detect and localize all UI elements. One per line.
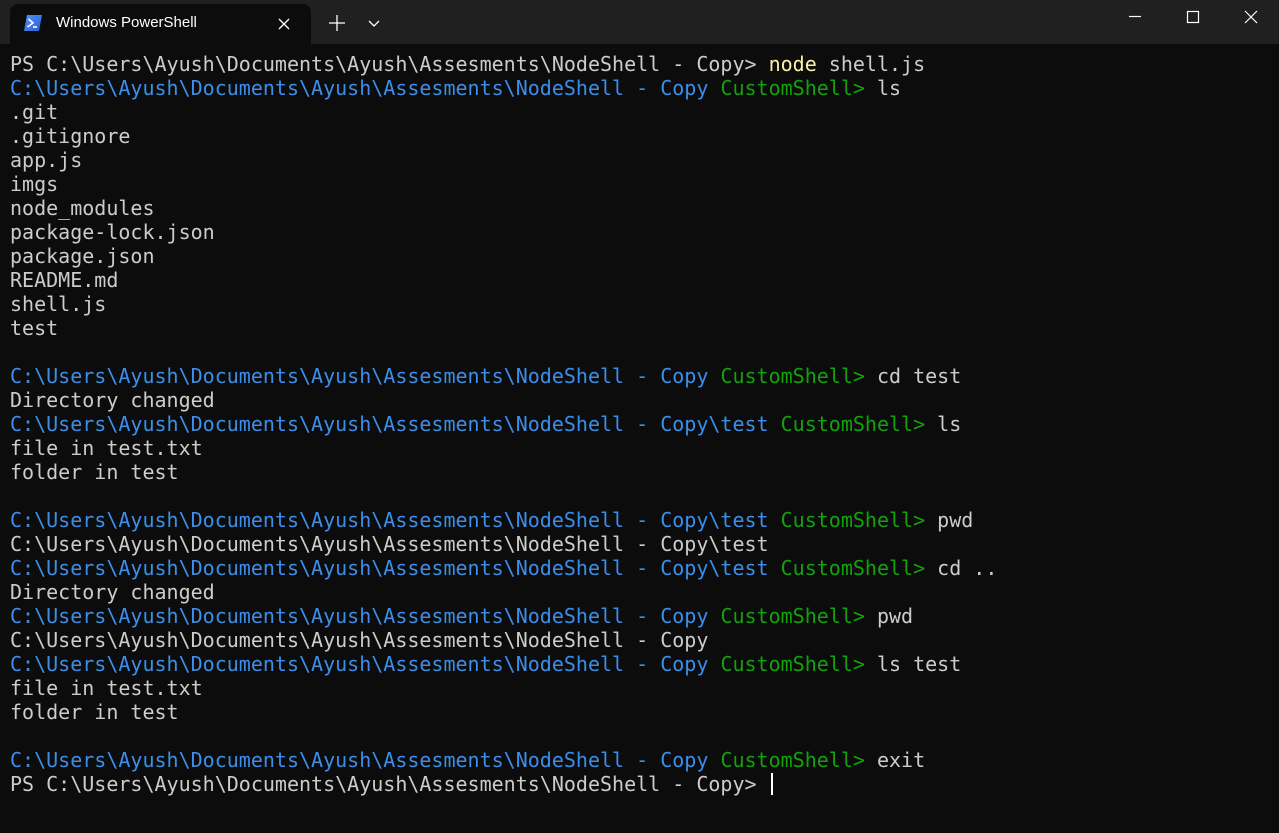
terminal-text: ls — [925, 412, 962, 436]
terminal-text: package-lock.json — [10, 220, 215, 244]
terminal-line: folder in test — [10, 700, 1270, 724]
terminal-line: C:\Users\Ayush\Documents\Ayush\Assesment… — [10, 412, 1270, 436]
terminal-line: C:\Users\Ayush\Documents\Ayush\Assesment… — [10, 508, 1270, 532]
terminal-text: ls test — [864, 652, 962, 676]
terminal-line: C:\Users\Ayush\Documents\Ayush\Assesment… — [10, 364, 1270, 388]
shell-prompt: CustomShell> — [720, 364, 865, 388]
terminal-text: file in test.txt — [10, 436, 203, 460]
terminal-text: imgs — [10, 172, 59, 196]
terminal-text: package.json — [10, 244, 155, 268]
minimize-icon[interactable] — [1106, 0, 1164, 34]
prompt-path: C:\Users\Ayush\Documents\Ayush\Assesment… — [10, 748, 709, 772]
shell-prompt: CustomShell> — [780, 412, 926, 436]
terminal-line: app.js — [10, 148, 1270, 172]
terminal-text: node_modules — [10, 196, 155, 220]
close-icon[interactable] — [1222, 0, 1279, 34]
terminal-line: package-lock.json — [10, 220, 1270, 244]
terminal-line: .git — [10, 100, 1270, 124]
prompt-path: C:\Users\Ayush\Documents\Ayush\Assesment… — [10, 412, 769, 436]
terminal-text: folder in test — [10, 460, 179, 484]
terminal-text: folder in test — [10, 700, 179, 724]
close-icon[interactable] — [274, 14, 294, 34]
prompt-path: C:\Users\Ayush\Documents\Ayush\Assesment… — [10, 604, 709, 628]
terminal-line: C:\Users\Ayush\Documents\Ayush\Assesment… — [10, 604, 1270, 628]
terminal-text: pwd — [864, 604, 914, 628]
prompt-path: C:\Users\Ayush\Documents\Ayush\Assesment… — [10, 76, 709, 100]
terminal-text: node — [768, 52, 817, 76]
terminal-line: package.json — [10, 244, 1270, 268]
terminal-window: Windows PowerShell PS C:\Users\Ayush\Doc… — [0, 0, 1279, 833]
text-cursor — [770, 773, 773, 795]
powershell-icon — [24, 15, 42, 31]
shell-prompt: CustomShell> — [720, 748, 865, 772]
terminal-line: folder in test — [10, 460, 1270, 484]
terminal-line: C:\Users\Ayush\Documents\Ayush\Assesment… — [10, 652, 1270, 676]
terminal-line: imgs — [10, 172, 1270, 196]
prompt-path: C:\Users\Ayush\Documents\Ayush\Assesment… — [10, 508, 769, 532]
shell-prompt: CustomShell> — [780, 508, 926, 532]
terminal-text: ls — [864, 76, 902, 100]
terminal-line: file in test.txt — [10, 436, 1270, 460]
terminal-text: shell.js — [10, 292, 107, 316]
terminal-line: node_modules — [10, 196, 1270, 220]
terminal-line: test — [10, 316, 1270, 340]
terminal-line: PS C:\Users\Ayush\Documents\Ayush\Assesm… — [10, 772, 1270, 796]
terminal-text: .gitignore — [10, 124, 131, 148]
terminal-text: app.js — [10, 148, 83, 172]
prompt-path: C:\Users\Ayush\Documents\Ayush\Assesment… — [10, 364, 709, 388]
terminal-line: shell.js — [10, 292, 1270, 316]
shell-prompt: CustomShell> — [780, 556, 926, 580]
chevron-down-icon[interactable] — [362, 10, 386, 36]
terminal-line: C:\Users\Ayush\Documents\Ayush\Assesment… — [10, 748, 1270, 772]
terminal-text: test — [10, 316, 59, 340]
terminal-text: C:\Users\Ayush\Documents\Ayush\Assesment… — [10, 532, 769, 556]
terminal-text: .git — [10, 100, 59, 124]
terminal-text: exit — [864, 748, 926, 772]
plus-icon[interactable] — [324, 10, 350, 36]
terminal-line: C:\Users\Ayush\Documents\Ayush\Assesment… — [10, 76, 1270, 100]
terminal-text: PS C:\Users\Ayush\Documents\Ayush\Assesm… — [10, 52, 769, 76]
terminal-text: file in test.txt — [10, 676, 203, 700]
tab-windows-powershell[interactable]: Windows PowerShell — [10, 4, 311, 44]
terminal-text: PS C:\Users\Ayush\Documents\Ayush\Assesm… — [10, 772, 769, 796]
terminal-line: file in test.txt — [10, 676, 1270, 700]
terminal-text: cd test — [864, 364, 962, 388]
terminal-text: Directory changed — [10, 388, 215, 412]
terminal-line: Directory changed — [10, 580, 1270, 604]
prompt-path: C:\Users\Ayush\Documents\Ayush\Assesment… — [10, 652, 709, 676]
prompt-path: C:\Users\Ayush\Documents\Ayush\Assesment… — [10, 556, 769, 580]
terminal-text: shell.js — [816, 52, 926, 76]
terminal-text: pwd — [925, 508, 974, 532]
title-bar[interactable]: Windows PowerShell — [0, 0, 1279, 44]
maximize-icon[interactable] — [1164, 0, 1222, 34]
terminal-text: Directory changed — [10, 580, 215, 604]
shell-prompt: CustomShell> — [720, 652, 865, 676]
terminal-text: cd .. — [925, 556, 998, 580]
shell-prompt: CustomShell> — [720, 76, 865, 100]
terminal-line: C:\Users\Ayush\Documents\Ayush\Assesment… — [10, 532, 1270, 556]
terminal-line: Directory changed — [10, 388, 1270, 412]
terminal-line: C:\Users\Ayush\Documents\Ayush\Assesment… — [10, 628, 1270, 652]
terminal-text: C:\Users\Ayush\Documents\Ayush\Assesment… — [10, 628, 709, 652]
terminal-line: PS C:\Users\Ayush\Documents\Ayush\Assesm… — [10, 52, 1270, 76]
terminal-line: README.md — [10, 268, 1270, 292]
tab-title: Windows PowerShell — [56, 14, 197, 31]
terminal-text: README.md — [10, 268, 119, 292]
shell-prompt: CustomShell> — [720, 604, 865, 628]
terminal-output[interactable]: PS C:\Users\Ayush\Documents\Ayush\Assesm… — [10, 52, 1270, 828]
terminal-line: .gitignore — [10, 124, 1270, 148]
terminal-line: C:\Users\Ayush\Documents\Ayush\Assesment… — [10, 556, 1270, 580]
